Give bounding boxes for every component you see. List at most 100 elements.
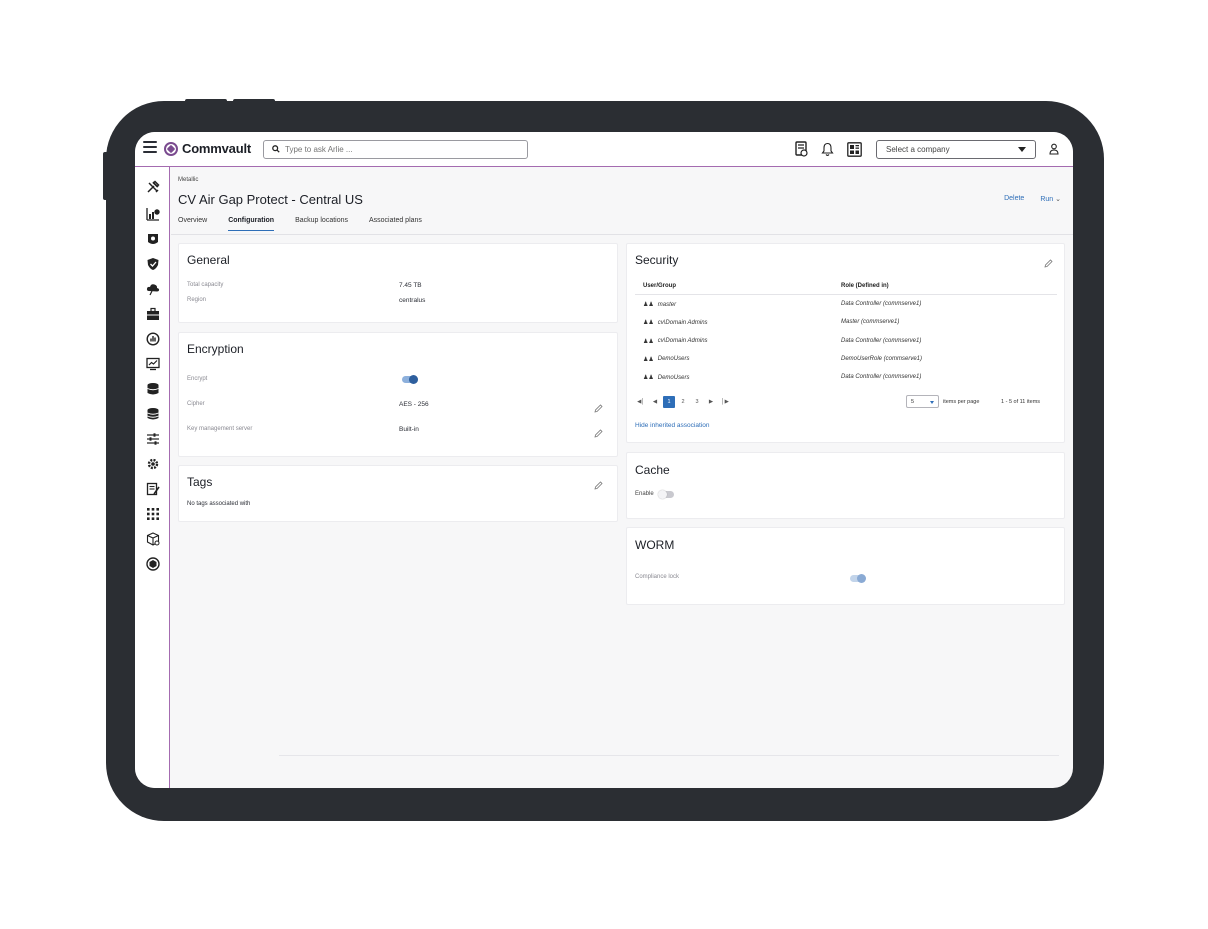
cloud-icon[interactable] — [145, 281, 160, 296]
bell-icon[interactable] — [819, 141, 835, 157]
commvault-logo-icon — [164, 141, 178, 156]
general-title: General — [187, 253, 230, 267]
toggle-knob — [857, 574, 866, 583]
sidebar — [135, 167, 170, 788]
first-page-icon[interactable]: ◀│ — [635, 396, 647, 408]
page-title: CV Air Gap Protect - Central US — [178, 192, 363, 207]
gear-icon[interactable] — [145, 456, 160, 471]
hide-inherited-link[interactable]: Hide inherited association — [635, 422, 709, 429]
tab-overview[interactable]: Overview — [178, 217, 207, 231]
role-cell: Data Controller (commserve1) — [841, 337, 922, 344]
sliders-icon[interactable] — [145, 431, 160, 446]
pagination: ◀│ ◀ 1 2 3 ▶ │▶ — [635, 396, 731, 408]
run-button[interactable]: Run ⌄ — [1040, 195, 1061, 203]
jobs-icon[interactable] — [145, 481, 160, 496]
role-cell: Master (commserve1) — [841, 319, 900, 326]
dashboard-icon[interactable] — [846, 141, 862, 157]
column-user-group[interactable]: User/Group — [643, 283, 676, 289]
items-count: 1 - 5 of 11 items — [1001, 399, 1041, 405]
region-label: Region — [187, 297, 207, 303]
table-row[interactable]: ♟♟ DemoUsers Data Controller (commserve1) — [635, 368, 1057, 386]
chevron-down-icon — [1018, 147, 1026, 152]
search-box[interactable] — [263, 140, 528, 159]
guard-icon[interactable] — [145, 231, 160, 246]
prev-page-icon[interactable]: ◀ — [649, 396, 661, 408]
column-role[interactable]: Role (Defined in) — [841, 283, 889, 289]
user-group-icon: ♟♟ — [643, 338, 654, 345]
cipher-label: Cipher — [187, 401, 205, 407]
compliance-lock-toggle[interactable] — [850, 574, 866, 583]
last-page-icon[interactable]: │▶ — [719, 396, 731, 408]
brand-logo[interactable]: Commvault — [164, 141, 251, 156]
apps-icon[interactable] — [145, 506, 160, 521]
user-cell: ♟♟ DemoUsers — [643, 356, 689, 363]
user-cell: ♟♟ cv\Domain Admins — [643, 338, 708, 345]
general-card: General Total capacity 7.45 TB Region ce… — [178, 243, 618, 323]
cipher-value: AES - 256 — [399, 401, 429, 408]
table-row[interactable]: ♟♟ cv\Domain Admins Master (commserve1) — [635, 313, 1057, 331]
user-cell: ♟♟ DemoUsers — [643, 374, 690, 382]
security-card: Security User/Group Role (Defined in) ♟♟… — [626, 243, 1065, 443]
edit-security-icon[interactable] — [1044, 255, 1053, 268]
edit-tags-icon[interactable] — [594, 477, 603, 490]
hub-icon[interactable] — [145, 556, 160, 571]
run-button-label: Run — [1040, 196, 1054, 203]
user-icon[interactable] — [1049, 142, 1061, 156]
breadcrumb[interactable]: Metallic — [178, 177, 198, 183]
footer-divider — [279, 755, 1059, 756]
search-input[interactable] — [285, 145, 505, 154]
user-name: cv\Domain Admins — [657, 319, 708, 326]
company-select[interactable]: Select a company — [876, 140, 1036, 159]
page-1-button[interactable]: 1 — [663, 396, 675, 408]
briefcase-icon[interactable] — [145, 306, 160, 321]
tab-backup-locations[interactable]: Backup locations — [295, 217, 348, 231]
items-per-page-value: 5 — [911, 399, 915, 405]
main-content: Metallic CV Air Gap Protect - Central US… — [171, 168, 1073, 788]
cache-title: Cache — [635, 463, 670, 477]
tab-configuration[interactable]: Configuration — [228, 217, 275, 231]
table-header: User/Group Role (Defined in) — [635, 277, 1057, 295]
report-icon[interactable] — [793, 141, 809, 157]
activity-icon[interactable] — [145, 331, 160, 346]
worm-card: WORM Compliance lock — [626, 527, 1065, 605]
user-group-icon: ♟♟ — [643, 356, 654, 363]
next-page-icon[interactable]: ▶ — [705, 396, 717, 408]
encrypt-toggle[interactable] — [402, 375, 418, 384]
worm-title: WORM — [635, 538, 675, 552]
user-name: DemoUsers — [657, 356, 690, 363]
edit-kms-icon[interactable] — [594, 425, 603, 438]
page-3-button[interactable]: 3 — [691, 396, 703, 408]
top-bar: Commvault Select a company — [135, 132, 1073, 167]
monitor-icon[interactable] — [145, 356, 160, 371]
tab-bar: Overview Configuration Backup locations … — [178, 217, 422, 231]
storage-icon[interactable] — [145, 381, 160, 396]
tags-empty-text: No tags associated with — [187, 501, 251, 507]
shield-icon[interactable] — [145, 256, 160, 271]
user-name: DemoUsers — [657, 374, 690, 381]
role-cell: DemoUserRole (commserve1) — [841, 355, 923, 362]
edit-cipher-icon[interactable] — [594, 400, 603, 413]
reports-icon[interactable] — [145, 206, 160, 221]
user-group-icon: ♟♟ — [643, 320, 654, 327]
page-2-button[interactable]: 2 — [677, 396, 689, 408]
role-cell: Data Controller (commserve1) — [841, 301, 922, 307]
table-row[interactable]: ♟♟ DemoUsers DemoUserRole (commserve1) — [635, 350, 1057, 368]
chevron-down-icon — [930, 401, 934, 404]
table-row[interactable]: ♟♟ cv\Domain Admins Data Controller (comm… — [635, 332, 1057, 350]
tab-associated-plans[interactable]: Associated plans — [369, 217, 422, 231]
tools-icon[interactable] — [145, 179, 160, 194]
database-icon[interactable] — [145, 406, 160, 421]
cache-enable-label: Enable — [635, 491, 654, 497]
delete-button[interactable]: Delete — [1004, 195, 1024, 203]
table-row[interactable]: ♟♟ master Data Controller (commserve1) — [635, 295, 1057, 313]
hamburger-icon[interactable] — [143, 141, 157, 155]
user-cell: ♟♟ master — [643, 301, 677, 309]
cache-enable-toggle[interactable] — [658, 490, 674, 499]
user-name: master — [657, 301, 677, 308]
package-icon[interactable] — [145, 531, 160, 546]
kms-value: Built-in — [399, 426, 419, 433]
items-per-page-select[interactable]: 5 — [906, 395, 939, 408]
user-cell: ♟♟ cv\Domain Admins — [643, 319, 708, 327]
chevron-down-icon: ⌄ — [1055, 196, 1061, 203]
items-per-page-label: items per page — [943, 399, 980, 405]
